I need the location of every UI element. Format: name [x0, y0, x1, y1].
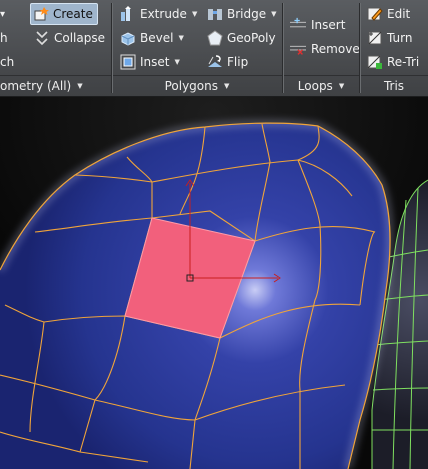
chevron-down-icon: ▼	[178, 34, 184, 42]
insert-icon	[289, 17, 307, 33]
remove-label: Remove	[311, 42, 360, 56]
bridge-label: Bridge	[227, 7, 267, 21]
geometry-group-label[interactable]: ometry (All) ▼	[0, 76, 110, 95]
inset-button[interactable]: Inset ▼	[120, 52, 180, 72]
extrude-label: Extrude	[140, 7, 187, 21]
tris-group-text: Tris	[383, 78, 405, 93]
geopoly-icon	[207, 30, 223, 46]
edit-icon	[367, 6, 383, 22]
polygons-group-text: Polygons	[164, 78, 218, 93]
collapse-label: Collapse	[54, 31, 105, 45]
chevron-down-icon: ▼	[77, 81, 83, 90]
geometry-fragment2-label: ch	[0, 55, 15, 69]
remove-icon	[289, 41, 307, 57]
chevron-down-icon: ▼	[338, 81, 345, 90]
edit-label: Edit	[387, 7, 411, 21]
loops-group-text: Loops	[297, 78, 333, 93]
inset-label: Inset	[140, 55, 170, 69]
bridge-icon	[207, 6, 223, 22]
bevel-icon	[120, 30, 136, 46]
chevron-down-icon: ▼	[224, 81, 230, 90]
geometry-fragment-button-2[interactable]: h	[0, 28, 8, 48]
retri-label: Re-Tri	[387, 55, 420, 69]
bevel-button[interactable]: Bevel ▼	[120, 28, 184, 48]
collapse-button[interactable]: Collapse	[34, 28, 105, 48]
create-label: Create	[53, 7, 93, 21]
insert-loop-button[interactable]: Insert	[289, 15, 345, 35]
flip-icon	[207, 54, 223, 70]
geometry-fragment-label: h	[0, 31, 8, 45]
bevel-label: Bevel	[140, 31, 174, 45]
create-button[interactable]: Create	[30, 3, 98, 25]
geometry-fragment-button-3[interactable]: ch	[0, 52, 14, 72]
modeling-ribbon: ▾ Create h Collapse ch ometry (All) ▼ Ext…	[0, 0, 428, 97]
polygons-group-label[interactable]: Polygons ▼	[112, 76, 282, 95]
bridge-button[interactable]: Bridge ▼	[207, 4, 277, 24]
collapse-icon	[34, 30, 50, 46]
geopoly-label: GeoPoly	[227, 31, 276, 45]
extrude-icon	[120, 6, 136, 22]
3d-viewport[interactable]	[0, 97, 428, 469]
inset-icon	[120, 54, 136, 70]
turn-icon	[367, 30, 383, 46]
chevron-down-icon: ▼	[191, 10, 198, 18]
retri-button[interactable]: Re-Tri	[367, 52, 419, 72]
edit-tris-button[interactable]: Edit	[367, 4, 410, 24]
chevron-down-icon: ▼	[271, 10, 277, 18]
loops-group-label[interactable]: Loops ▼	[283, 76, 359, 95]
insert-label: Insert	[311, 18, 346, 32]
remove-loop-button[interactable]: Remove	[289, 39, 360, 59]
turn-tris-button[interactable]: Turn	[367, 28, 412, 48]
flip-button[interactable]: Flip	[207, 52, 248, 72]
geopoly-button[interactable]: GeoPoly	[207, 28, 276, 48]
flip-label: Flip	[227, 55, 249, 69]
chevron-down-icon: ▼	[174, 58, 180, 66]
create-icon	[33, 6, 49, 22]
turn-label: Turn	[387, 31, 413, 45]
retri-icon	[367, 54, 383, 70]
geometry-fragment-button[interactable]: ▾	[0, 4, 5, 24]
tris-group-label: Tris	[360, 76, 428, 95]
extrude-button[interactable]: Extrude ▼	[120, 4, 197, 24]
geometry-group-text: ometry (All)	[0, 78, 72, 93]
